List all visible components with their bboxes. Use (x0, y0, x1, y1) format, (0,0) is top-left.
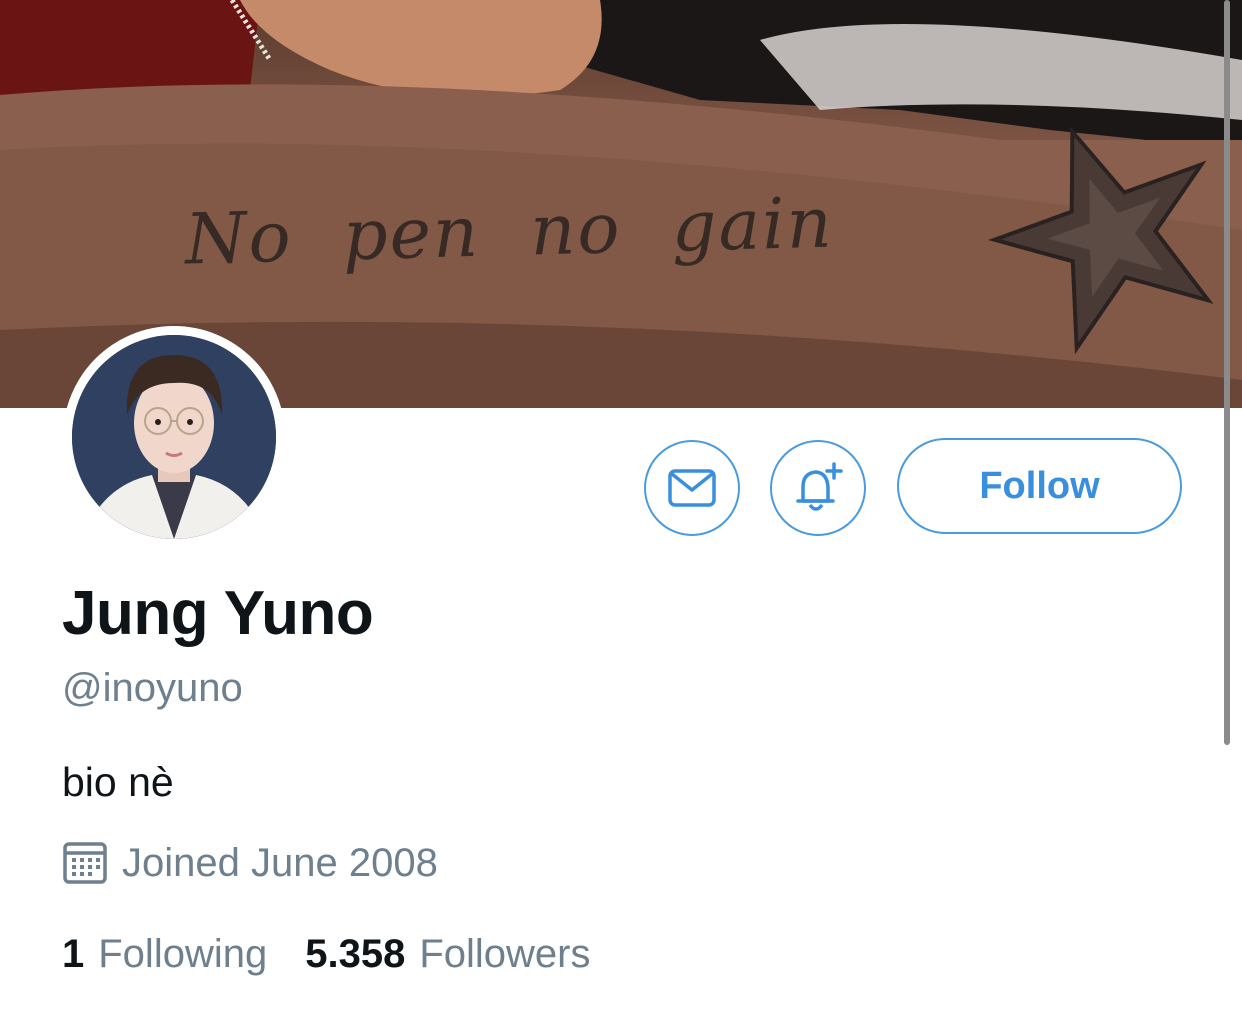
avatar-photo (72, 335, 276, 539)
profile-page: No pen no gain Follow Jung Yuno @inoyuno… (0, 0, 1242, 1025)
profile-name: Jung Yuno (62, 579, 374, 648)
banner-tattoo-text: No pen no gain (184, 181, 835, 281)
following-link[interactable]: 1 Following (62, 932, 267, 977)
bell-plus-icon (796, 462, 843, 511)
profile-stats: 1 Following 5.358 Followers (62, 932, 590, 977)
notifications-button[interactable] (770, 440, 866, 536)
scrollbar[interactable] (1224, 0, 1230, 745)
followers-label: Followers (419, 932, 591, 976)
calendar-icon (63, 842, 107, 884)
envelope-icon (668, 469, 716, 507)
followers-link[interactable]: 5.358 Followers (305, 932, 590, 977)
message-button[interactable] (644, 440, 740, 536)
joined-label: Joined June 2008 (122, 840, 438, 885)
profile-bio: bio nè (62, 759, 174, 805)
following-count: 1 (62, 932, 85, 976)
profile-handle: @inoyuno (62, 666, 243, 710)
joined-date: Joined June 2008 (62, 840, 438, 886)
profile-avatar[interactable] (63, 326, 285, 548)
followers-count: 5.358 (305, 932, 406, 976)
follow-button[interactable]: Follow (897, 438, 1182, 534)
following-label: Following (98, 932, 268, 976)
